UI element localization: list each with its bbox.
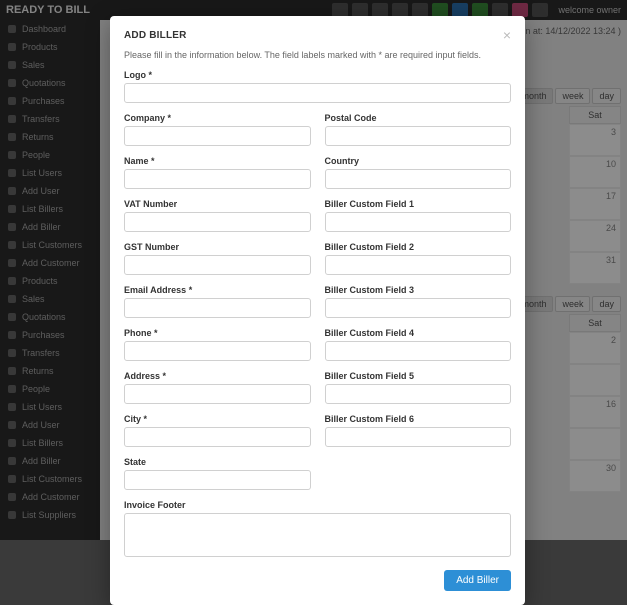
postal-input[interactable] bbox=[325, 126, 512, 146]
label-gst: GST Number bbox=[124, 242, 311, 252]
field-state: State bbox=[124, 457, 311, 490]
cf6-input[interactable] bbox=[325, 427, 512, 447]
field-postal: Postal Code bbox=[325, 113, 512, 146]
label-logo: Logo * bbox=[124, 70, 511, 80]
label-address: Address * bbox=[124, 371, 311, 381]
field-gst: GST Number bbox=[124, 242, 311, 275]
label-cf2: Biller Custom Field 2 bbox=[325, 242, 512, 252]
modal-title: ADD BILLER bbox=[124, 30, 187, 41]
label-city: City * bbox=[124, 414, 311, 424]
field-invoice-footer: Invoice Footer bbox=[124, 500, 511, 560]
close-icon[interactable]: × bbox=[503, 28, 511, 42]
modal-footer: Add Biller bbox=[124, 570, 511, 591]
field-city: City * bbox=[124, 414, 311, 447]
field-cf1: Biller Custom Field 1 bbox=[325, 199, 512, 232]
logo-select[interactable] bbox=[124, 83, 511, 103]
name-input[interactable] bbox=[124, 169, 311, 189]
address-input[interactable] bbox=[124, 384, 311, 404]
label-phone: Phone * bbox=[124, 328, 311, 338]
field-cf5: Biller Custom Field 5 bbox=[325, 371, 512, 404]
country-input[interactable] bbox=[325, 169, 512, 189]
invoice-footer-textarea[interactable] bbox=[124, 513, 511, 557]
label-vat: VAT Number bbox=[124, 199, 311, 209]
cf5-input[interactable] bbox=[325, 384, 512, 404]
field-country: Country bbox=[325, 156, 512, 189]
label-name: Name * bbox=[124, 156, 311, 166]
field-cf2: Biller Custom Field 2 bbox=[325, 242, 512, 275]
label-cf4: Biller Custom Field 4 bbox=[325, 328, 512, 338]
label-cf3: Biller Custom Field 3 bbox=[325, 285, 512, 295]
cf4-input[interactable] bbox=[325, 341, 512, 361]
company-input[interactable] bbox=[124, 126, 311, 146]
field-email: Email Address * bbox=[124, 285, 311, 318]
field-vat: VAT Number bbox=[124, 199, 311, 232]
gst-input[interactable] bbox=[124, 255, 311, 275]
label-country: Country bbox=[325, 156, 512, 166]
city-input[interactable] bbox=[124, 427, 311, 447]
modal-intro-text: Please fill in the information below. Th… bbox=[124, 50, 511, 60]
modal-header: ADD BILLER × bbox=[124, 28, 511, 42]
state-input[interactable] bbox=[124, 470, 311, 490]
field-name: Name * bbox=[124, 156, 311, 189]
add-biller-modal: ADD BILLER × Please fill in the informat… bbox=[110, 16, 525, 605]
email-input[interactable] bbox=[124, 298, 311, 318]
phone-input[interactable] bbox=[124, 341, 311, 361]
cf1-input[interactable] bbox=[325, 212, 512, 232]
cf3-input[interactable] bbox=[325, 298, 512, 318]
label-invoice-footer: Invoice Footer bbox=[124, 500, 511, 510]
label-email: Email Address * bbox=[124, 285, 311, 295]
vat-input[interactable] bbox=[124, 212, 311, 232]
cf2-input[interactable] bbox=[325, 255, 512, 275]
field-address: Address * bbox=[124, 371, 311, 404]
field-logo: Logo * bbox=[124, 70, 511, 103]
label-postal: Postal Code bbox=[325, 113, 512, 123]
field-cf6: Biller Custom Field 6 bbox=[325, 414, 512, 447]
label-cf1: Biller Custom Field 1 bbox=[325, 199, 512, 209]
add-biller-button[interactable]: Add Biller bbox=[444, 570, 511, 591]
field-phone: Phone * bbox=[124, 328, 311, 361]
label-company: Company * bbox=[124, 113, 311, 123]
label-cf5: Biller Custom Field 5 bbox=[325, 371, 512, 381]
field-cf4: Biller Custom Field 4 bbox=[325, 328, 512, 361]
field-company: Company * bbox=[124, 113, 311, 146]
label-state: State bbox=[124, 457, 311, 467]
label-cf6: Biller Custom Field 6 bbox=[325, 414, 512, 424]
field-cf3: Biller Custom Field 3 bbox=[325, 285, 512, 318]
